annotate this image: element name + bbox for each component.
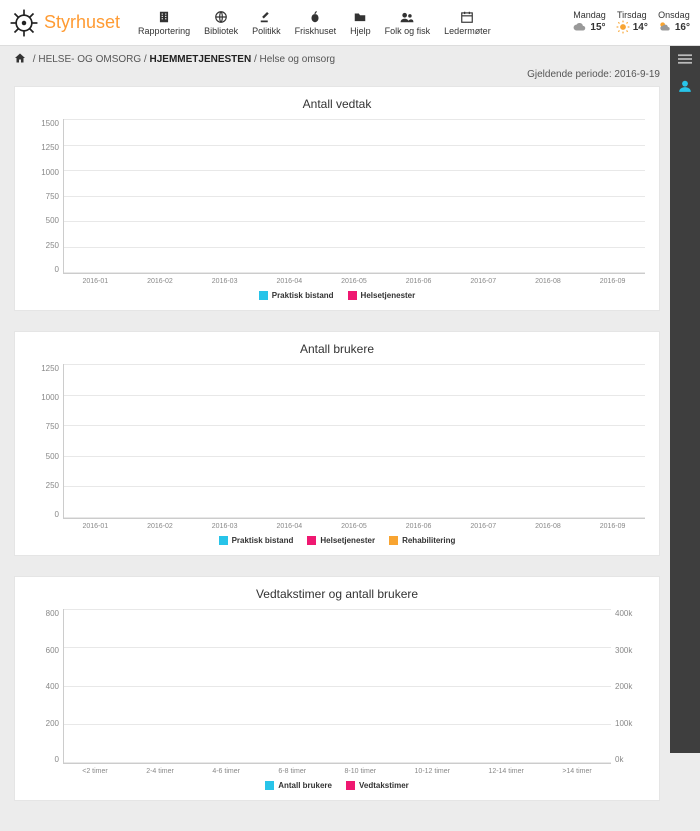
y-axis: 125010007505002500 xyxy=(29,364,63,519)
apple-icon xyxy=(308,10,322,26)
legend-item[interactable]: Praktisk bistand xyxy=(219,536,294,545)
nav-friskhuset[interactable]: Friskhuset xyxy=(295,10,337,36)
crumb-seg2[interactable]: HJEMMETJENESTEN xyxy=(149,54,251,65)
nav-ledermøter[interactable]: Ledermøter xyxy=(444,10,491,36)
weather-widget: Mandag15° Tirsdag14° Onsdag16° xyxy=(573,10,690,36)
nav-rapportering[interactable]: Rapportering xyxy=(138,10,190,36)
nav-label: Politikk xyxy=(252,26,281,36)
users-icon xyxy=(400,10,414,26)
legend-item[interactable]: Antall brukere xyxy=(265,781,332,790)
legend-swatch xyxy=(259,291,268,300)
plot-area xyxy=(63,364,645,519)
chart-legend: Antall brukere Vedtakstimer xyxy=(29,781,645,790)
breadcrumb: / HELSE- OG OMSORG / HJEMMETJENESTEN / H… xyxy=(0,46,700,69)
nav-bibliotek[interactable]: Bibliotek xyxy=(204,10,238,36)
nav-label: Friskhuset xyxy=(295,26,337,36)
x-axis: 2016-012016-022016-032016-042016-052016-… xyxy=(63,523,645,530)
chart-legend: Praktisk bistand Helsetjenester Rehabilite… xyxy=(29,536,645,545)
chart-title: Antall vedtak xyxy=(29,97,645,111)
weather-day: Mandag15° xyxy=(573,10,606,36)
menu-icon[interactable] xyxy=(678,52,692,69)
legend-swatch xyxy=(265,781,274,790)
plot-area xyxy=(63,119,645,274)
right-rail xyxy=(670,46,700,753)
nav-label: Ledermøter xyxy=(444,26,491,36)
top-nav: Styrhuset Rapportering Bibliotek Politikk F… xyxy=(0,0,700,46)
chart-title: Antall brukere xyxy=(29,342,645,356)
plot-area xyxy=(63,609,611,764)
cloud-icon xyxy=(573,20,587,36)
x-axis: <2 timer2-4 timer4-6 timer6-8 timer8-10 … xyxy=(63,768,611,775)
suncloud-icon xyxy=(658,20,672,36)
nav-label: Bibliotek xyxy=(204,26,238,36)
legend-item[interactable]: Vedtakstimer xyxy=(346,781,409,790)
nav-label: Hjelp xyxy=(350,26,371,36)
chart-title: Vedtakstimer og antall brukere xyxy=(29,587,645,601)
user-icon[interactable] xyxy=(678,79,692,96)
legend-swatch xyxy=(348,291,357,300)
chart-panel-vedtak: Antall vedtak 15001250100075050025002016-… xyxy=(14,86,660,311)
legend-item[interactable]: Helsetjenester xyxy=(348,291,416,300)
nav-hjelp[interactable]: Hjelp xyxy=(350,10,371,36)
crumb-seg3[interactable]: Helse og omsorg xyxy=(260,54,336,65)
y-axis: 1500125010007505002500 xyxy=(29,119,63,274)
legend-swatch xyxy=(346,781,355,790)
legend-item[interactable]: Helsetjenester xyxy=(307,536,375,545)
home-icon[interactable] xyxy=(14,52,26,67)
weather-day: Tirsdag14° xyxy=(616,10,648,36)
building-icon xyxy=(157,10,171,26)
chart-panel-vedtakstimer: Vedtakstimer og antall brukere 8006004002… xyxy=(14,576,660,801)
nav-label: Rapportering xyxy=(138,26,190,36)
logo[interactable]: Styrhuset xyxy=(10,9,120,37)
crumb-seg1[interactable]: HELSE- OG OMSORG xyxy=(38,54,141,65)
ship-wheel-icon xyxy=(10,9,38,37)
legend-item[interactable]: Rehabilitering xyxy=(389,536,455,545)
legend-swatch xyxy=(307,536,316,545)
chart-panel-brukere: Antall brukere 1250100075050025002016-012… xyxy=(14,331,660,556)
nav-label: Folk og fisk xyxy=(385,26,431,36)
legend-swatch xyxy=(219,536,228,545)
y-axis: 8006004002000 xyxy=(29,609,63,764)
y-axis-right: 400k300k200k100k0k xyxy=(611,609,645,764)
legend-item[interactable]: Praktisk bistand xyxy=(259,291,334,300)
current-period: Gjeldende periode: 2016-9-19 xyxy=(0,69,700,86)
x-axis: 2016-012016-022016-032016-042016-052016-… xyxy=(63,278,645,285)
gavel-icon xyxy=(259,10,273,26)
legend-swatch xyxy=(389,536,398,545)
globe-icon xyxy=(214,10,228,26)
folder-icon xyxy=(353,10,367,26)
chart-legend: Praktisk bistand Helsetjenester xyxy=(29,291,645,300)
sun-icon xyxy=(616,20,630,36)
brand-name: Styrhuset xyxy=(44,12,120,33)
weather-day: Onsdag16° xyxy=(658,10,690,36)
calendar-icon xyxy=(460,10,474,26)
nav-folk og fisk[interactable]: Folk og fisk xyxy=(385,10,431,36)
nav-politikk[interactable]: Politikk xyxy=(252,10,281,36)
